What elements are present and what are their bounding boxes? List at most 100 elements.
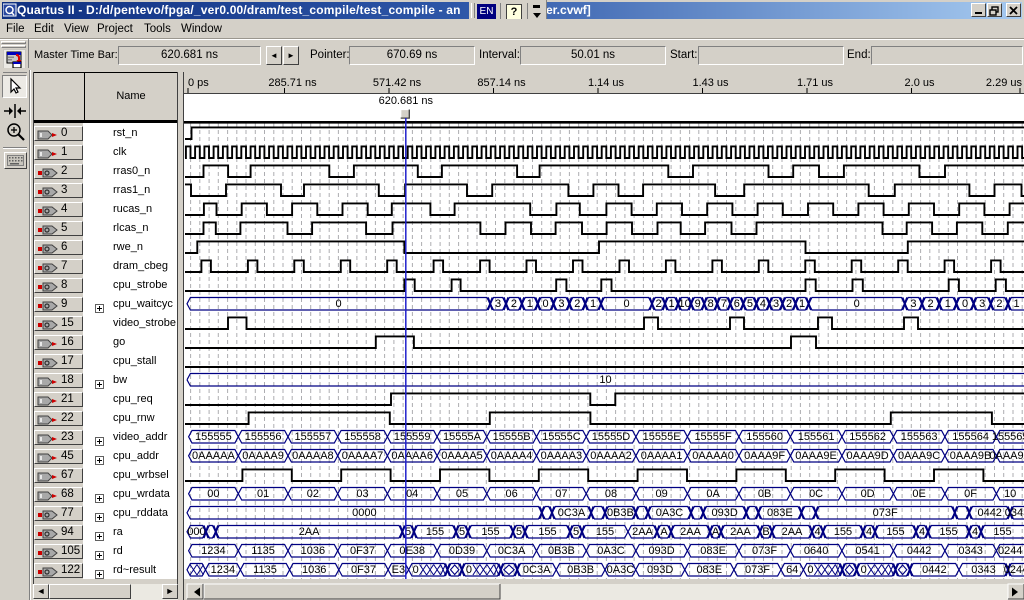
svg-text:0244: 0244 — [1004, 564, 1024, 576]
svg-text:0: 0 — [861, 564, 867, 576]
svg-text:2.0 us: 2.0 us — [905, 77, 935, 89]
svg-text:155: 155 — [939, 526, 957, 538]
svg-text:0244: 0244 — [998, 545, 1022, 557]
svg-text:9: 9 — [695, 298, 701, 310]
svg-text:04: 04 — [406, 488, 418, 500]
svg-text:07: 07 — [555, 488, 567, 500]
svg-text:093D: 093D — [712, 507, 738, 519]
svg-text:0AAAA0: 0AAAA0 — [692, 450, 734, 462]
svg-text:2AA: 2AA — [680, 526, 701, 538]
svg-text:0A: 0A — [706, 488, 720, 500]
svg-text:1135: 1135 — [251, 545, 275, 557]
svg-text:0AAA9A: 0AAA9A — [989, 450, 1024, 462]
svg-text:09: 09 — [655, 488, 667, 500]
svg-text:0AAAA3: 0AAAA3 — [541, 450, 583, 462]
svg-text:000: 000 — [187, 526, 205, 538]
svg-text:7: 7 — [721, 298, 727, 310]
svg-text:0442: 0442 — [922, 564, 946, 576]
svg-text:0000: 0000 — [352, 507, 376, 519]
svg-text:0640: 0640 — [804, 545, 828, 557]
svg-text:1: 1 — [1014, 298, 1020, 310]
svg-text:155: 155 — [596, 526, 614, 538]
svg-text:10: 10 — [599, 374, 611, 386]
svg-text:0AAA9B: 0AAA9B — [950, 450, 992, 462]
svg-text:0AAAA8: 0AAAA8 — [292, 450, 334, 462]
svg-text:0: 0 — [466, 564, 472, 576]
svg-text:0B3B: 0B3B — [567, 564, 594, 576]
svg-text:155559: 155559 — [394, 431, 431, 443]
svg-text:1: 1 — [669, 298, 675, 310]
svg-text:155: 155 — [834, 526, 852, 538]
svg-text:2AA: 2AA — [730, 526, 751, 538]
svg-text:03: 03 — [356, 488, 368, 500]
svg-text:0AAAA2: 0AAAA2 — [590, 450, 632, 462]
svg-text:083E: 083E — [696, 564, 722, 576]
svg-text:4: 4 — [972, 526, 978, 538]
svg-text:0F37: 0F37 — [350, 545, 375, 557]
svg-text:2: 2 — [786, 298, 792, 310]
svg-text:08: 08 — [605, 488, 617, 500]
svg-text:0F: 0F — [964, 488, 977, 500]
svg-text:3: 3 — [910, 298, 916, 310]
svg-text:0C3A: 0C3A — [498, 545, 526, 557]
svg-text:1.71 us: 1.71 us — [797, 77, 834, 89]
svg-text:02: 02 — [307, 488, 319, 500]
svg-text:2: 2 — [655, 298, 661, 310]
svg-text:620.681 ns: 620.681 ns — [379, 95, 434, 107]
svg-text:0AAAA7: 0AAAA7 — [342, 450, 384, 462]
svg-text:0B: 0B — [758, 488, 771, 500]
svg-text:155: 155 — [426, 526, 444, 538]
svg-text:2.29 us: 2.29 us — [986, 77, 1023, 89]
svg-text:155555: 155555 — [195, 431, 232, 443]
svg-text:15555E: 15555E — [643, 431, 681, 443]
svg-text:15555A: 15555A — [443, 431, 482, 443]
svg-text:0D39: 0D39 — [449, 545, 475, 557]
svg-text:2AA: 2AA — [632, 526, 653, 538]
svg-text:0AAA9D: 0AAA9D — [846, 450, 888, 462]
svg-text:0C: 0C — [809, 488, 823, 500]
svg-text:64: 64 — [786, 564, 798, 576]
svg-text:5: 5 — [573, 526, 579, 538]
svg-text:0A3C: 0A3C — [597, 545, 625, 557]
svg-text:155558: 155558 — [344, 431, 381, 443]
svg-text:0F37: 0F37 — [351, 564, 376, 576]
svg-text:4: 4 — [919, 526, 925, 538]
svg-text:A: A — [660, 526, 668, 538]
svg-text:2AA: 2AA — [299, 526, 320, 538]
svg-text:083E: 083E — [767, 507, 793, 519]
svg-text:3: 3 — [979, 298, 985, 310]
svg-text:0A3C: 0A3C — [656, 507, 684, 519]
svg-text:0 ps: 0 ps — [188, 77, 209, 89]
svg-text:0: 0 — [807, 564, 813, 576]
svg-text:1: 1 — [945, 298, 951, 310]
svg-text:1036: 1036 — [301, 545, 325, 557]
svg-text:1.43 us: 1.43 us — [692, 77, 729, 89]
svg-text:0442: 0442 — [907, 545, 931, 557]
svg-text:5: 5 — [459, 526, 465, 538]
svg-text:3: 3 — [773, 298, 779, 310]
svg-text:155564: 155564 — [952, 431, 989, 443]
svg-text:E3: E3 — [392, 564, 405, 576]
svg-text:5: 5 — [747, 298, 753, 310]
svg-text:0B3B: 0B3B — [548, 545, 575, 557]
svg-text:571.42 ns: 571.42 ns — [373, 77, 422, 89]
svg-text:0442: 0442 — [977, 507, 1001, 519]
svg-text:3: 3 — [558, 298, 564, 310]
svg-text:857.14 ns: 857.14 ns — [477, 77, 526, 89]
svg-text:155: 155 — [538, 526, 556, 538]
svg-text:3: 3 — [495, 298, 501, 310]
svg-text:2: 2 — [511, 298, 517, 310]
svg-text:2AA: 2AA — [782, 526, 803, 538]
svg-text:0C3A: 0C3A — [523, 564, 551, 576]
svg-text:2: 2 — [574, 298, 580, 310]
svg-text:01: 01 — [257, 488, 269, 500]
svg-text:0D: 0D — [861, 488, 875, 500]
svg-text:0AAAA1: 0AAAA1 — [641, 450, 683, 462]
svg-text:15555F: 15555F — [694, 431, 732, 443]
svg-text:15555C: 15555C — [542, 431, 581, 443]
svg-text:0: 0 — [623, 298, 629, 310]
svg-text:0E38: 0E38 — [399, 545, 425, 557]
svg-text:1.14 us: 1.14 us — [588, 77, 625, 89]
svg-text:073F: 073F — [745, 564, 770, 576]
svg-text:093D: 093D — [647, 564, 673, 576]
